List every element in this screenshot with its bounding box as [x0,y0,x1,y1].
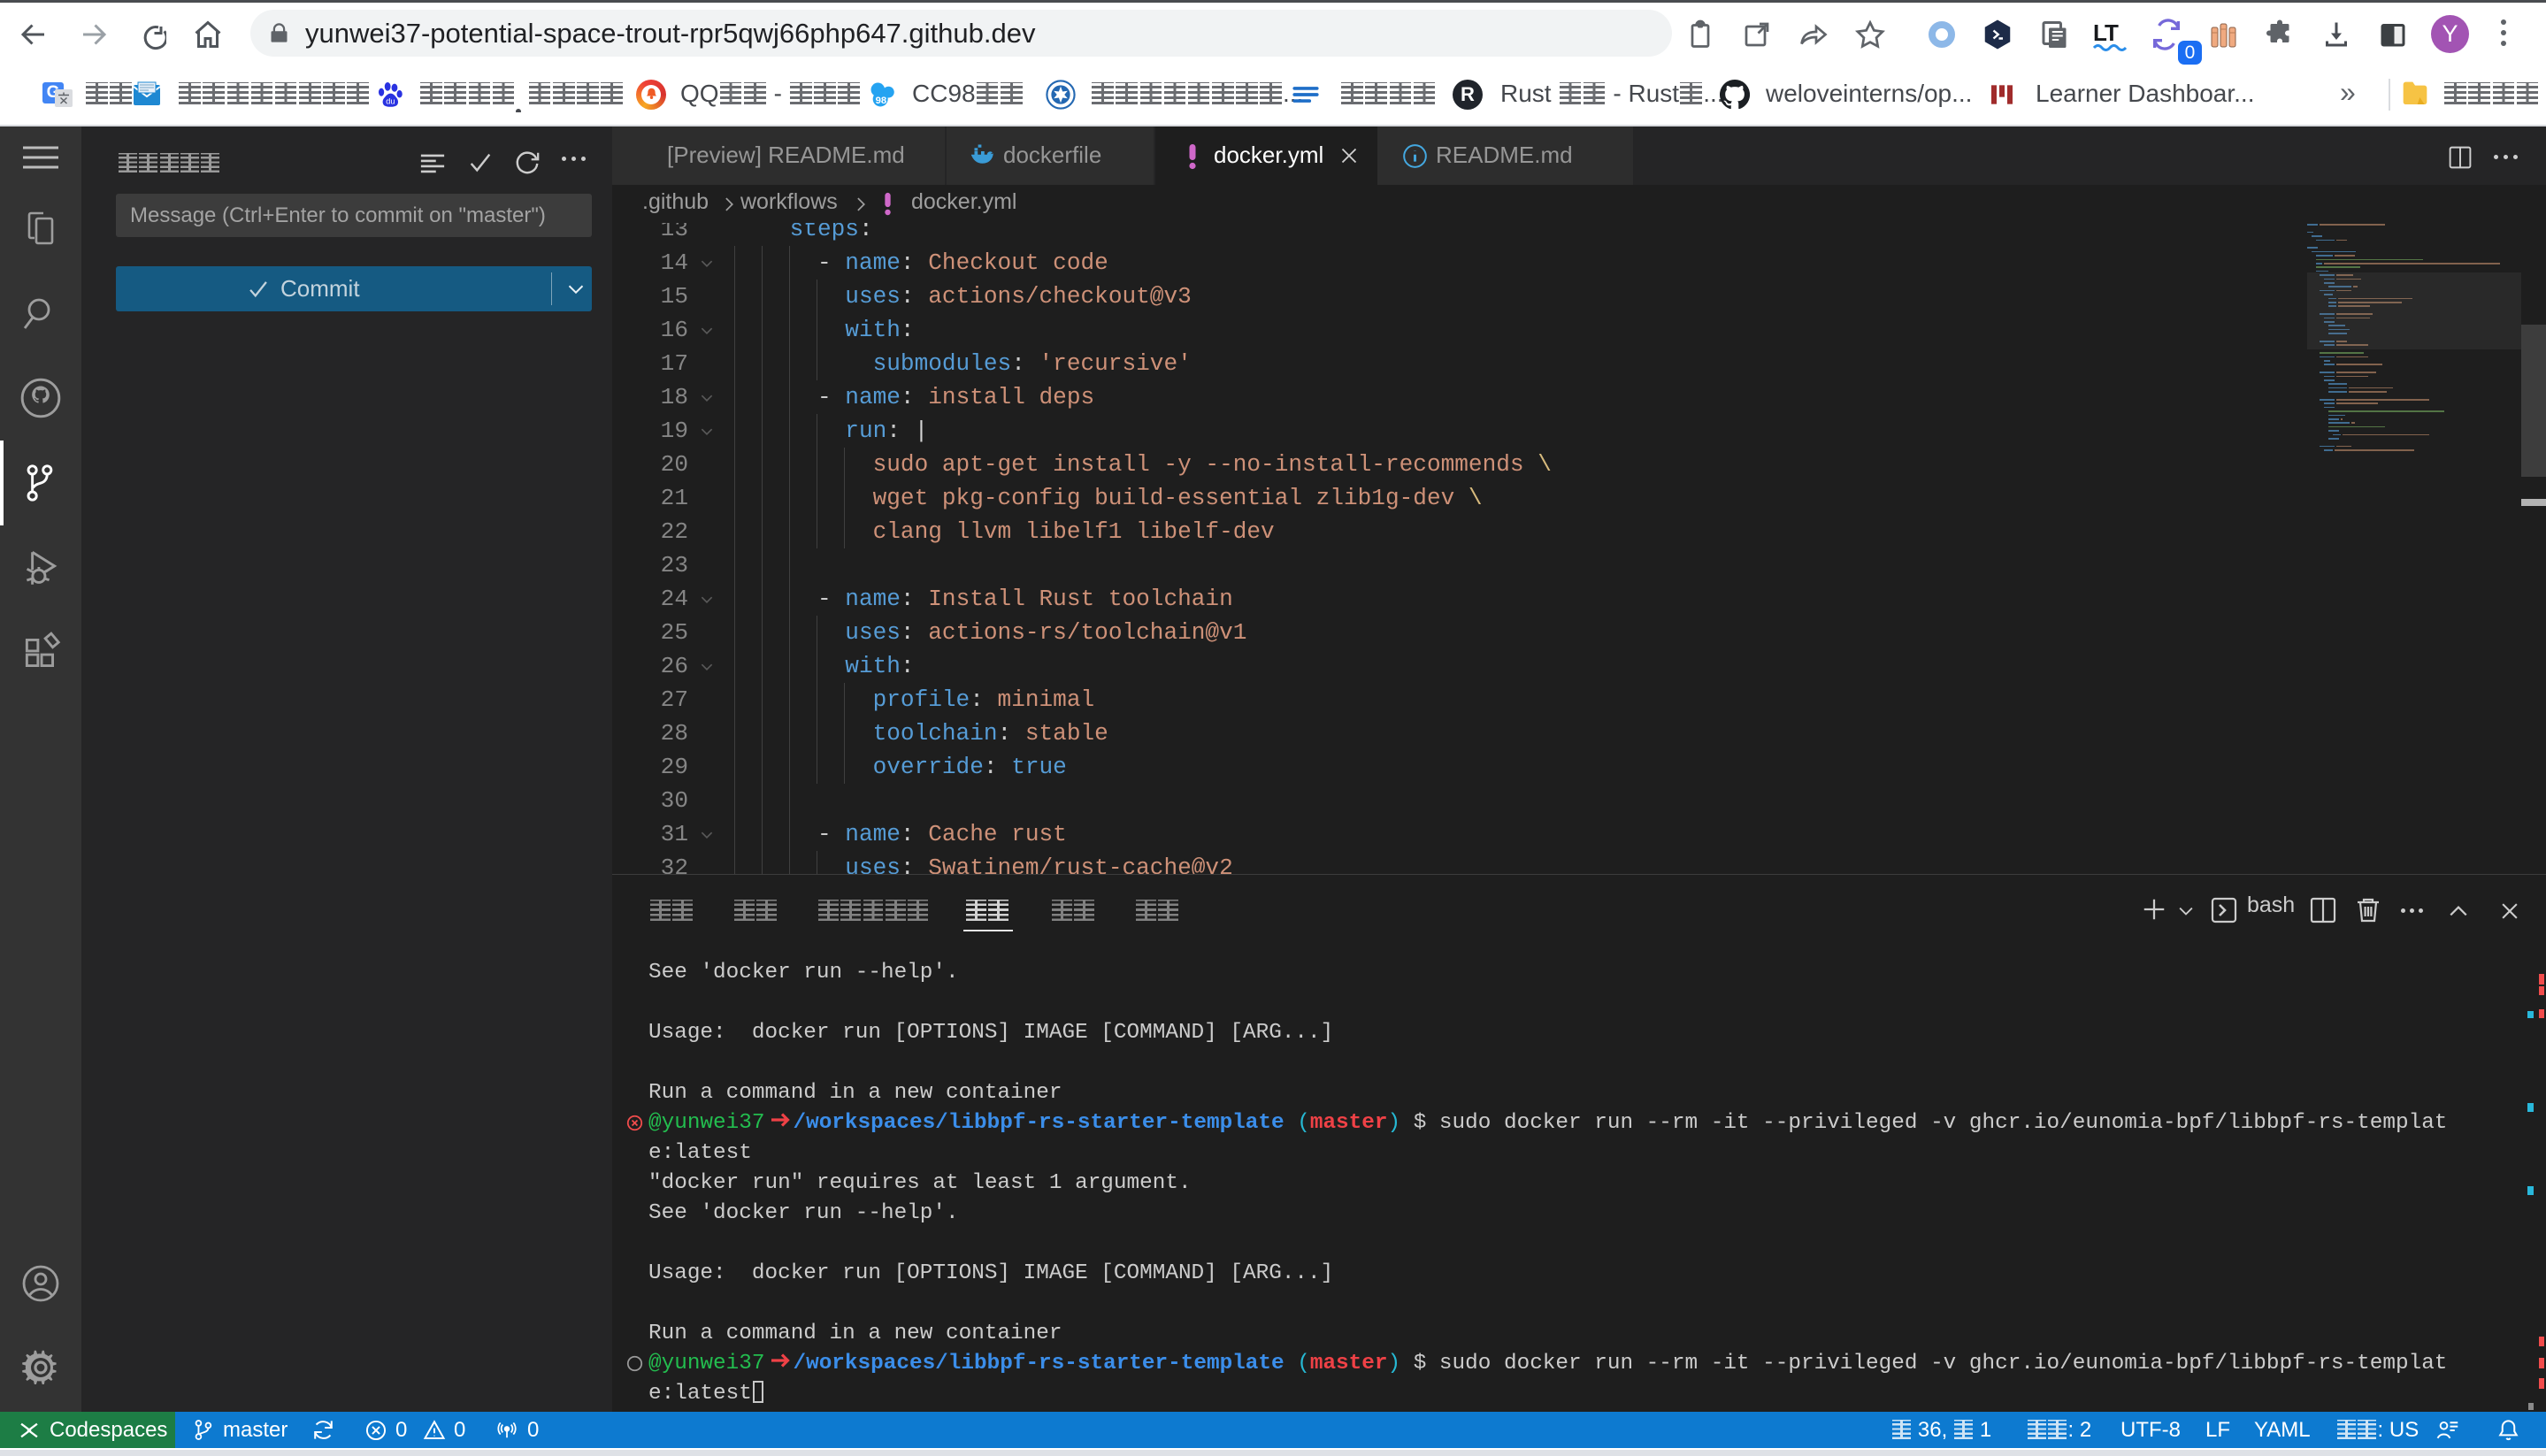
svg-text:98: 98 [876,96,887,106]
svg-text:du: du [386,96,395,105]
